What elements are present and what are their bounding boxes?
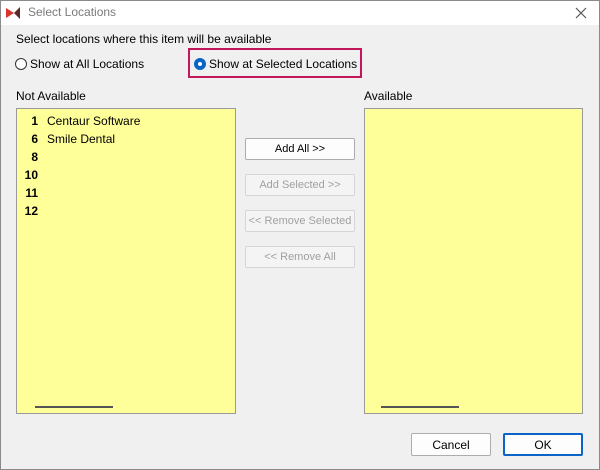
instruction-text: Select locations where this item will be… — [16, 32, 272, 46]
location-number: 10 — [24, 168, 38, 182]
show-selected-locations-radio[interactable]: Show at Selected Locations — [194, 57, 357, 71]
list-item[interactable]: 6 Smile Dental — [17, 130, 140, 148]
list-item[interactable]: 10 — [17, 166, 140, 184]
horizontal-scrollbar[interactable] — [17, 401, 235, 413]
select-locations-dialog: Select Locations Select locations where … — [0, 0, 600, 470]
list-item[interactable]: 8 — [17, 148, 140, 166]
add-all-button[interactable]: Add All >> — [245, 138, 355, 160]
remove-selected-button[interactable]: << Remove Selected — [245, 210, 355, 232]
location-number: 6 — [31, 132, 38, 146]
available-label: Available — [364, 89, 413, 103]
not-available-label: Not Available — [16, 89, 86, 103]
location-name: Smile Dental — [47, 132, 116, 146]
close-button[interactable] — [571, 3, 591, 23]
available-list[interactable] — [364, 108, 583, 414]
app-logo-icon — [5, 5, 21, 21]
ok-button[interactable]: OK — [503, 433, 583, 456]
location-name: Centaur Software — [47, 114, 141, 128]
list-item[interactable]: 11 — [17, 184, 140, 202]
scrollbar-thumb[interactable] — [35, 406, 113, 408]
horizontal-scrollbar[interactable] — [365, 401, 582, 413]
list-item[interactable]: 12 — [17, 202, 140, 220]
location-number: 12 — [24, 204, 38, 218]
location-number: 11 — [25, 186, 38, 200]
close-icon — [575, 7, 587, 19]
remove-all-button[interactable]: << Remove All — [245, 246, 355, 268]
show-selected-locations-label: Show at Selected Locations — [209, 57, 358, 71]
title-bar: Select Locations — [1, 1, 599, 25]
list-item[interactable]: 1 Centaur Software — [17, 112, 140, 130]
show-all-locations-radio[interactable]: Show at All Locations — [15, 57, 144, 71]
location-number: 1 — [31, 114, 38, 128]
radio-checked-icon — [194, 58, 206, 70]
radio-unchecked-icon — [15, 58, 27, 70]
cancel-button[interactable]: Cancel — [411, 433, 491, 456]
window-title: Select Locations — [28, 5, 117, 19]
not-available-list[interactable]: 1 Centaur Software 6 Smile Dental 8 10 11 12 — [16, 108, 236, 414]
location-number: 8 — [31, 150, 38, 164]
scrollbar-thumb[interactable] — [381, 406, 459, 408]
add-selected-button[interactable]: Add Selected >> — [245, 174, 355, 196]
show-all-locations-label: Show at All Locations — [30, 57, 145, 71]
